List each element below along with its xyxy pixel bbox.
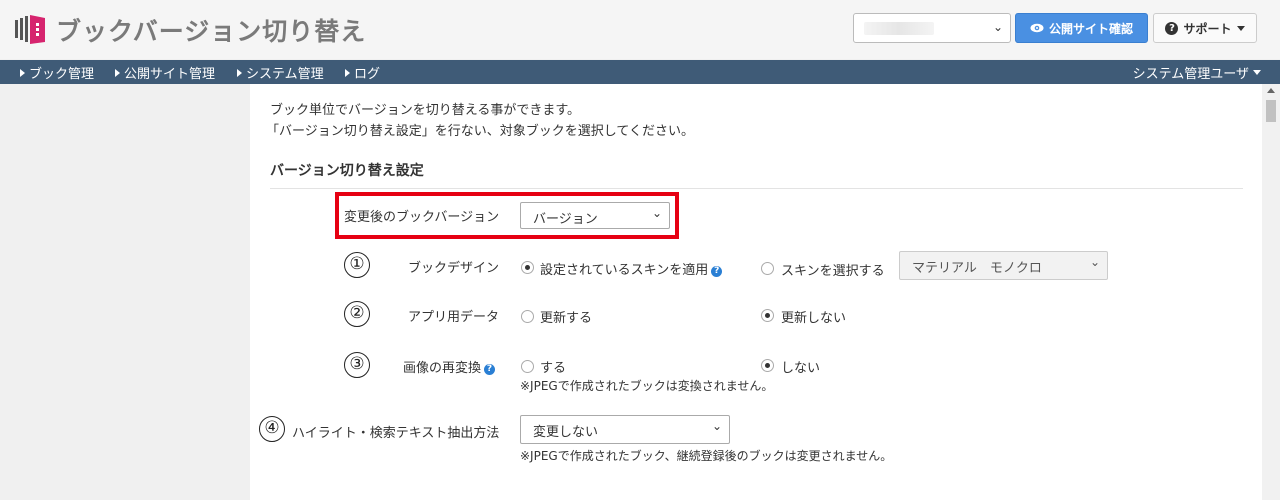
- caret-right-icon: [115, 68, 120, 77]
- intro-text-2: 「バージョン切り替え設定」を行ない、対象ブックを選択してください。: [266, 124, 694, 139]
- skin-select[interactable]: マテリアル モノクロ ⌄: [899, 251, 1108, 280]
- support-button[interactable]: ? サポート: [1153, 13, 1257, 43]
- section-title: バージョン切り替え設定: [270, 163, 424, 179]
- step-number-1: ①: [344, 252, 370, 278]
- site-select[interactable]: ⌄: [853, 13, 1011, 43]
- caret-down-icon: [1253, 70, 1261, 75]
- question-icon: ?: [1165, 21, 1179, 35]
- user-menu[interactable]: システム管理ユーザ: [1133, 63, 1261, 82]
- reconvert-yes-radio[interactable]: [521, 360, 534, 373]
- appdata-update-label: 更新する: [540, 311, 593, 326]
- help-icon[interactable]: ?: [484, 364, 496, 375]
- version-label: 変更後のブックバージョン: [344, 210, 500, 225]
- section-divider: [270, 188, 1243, 189]
- extraction-note: ※JPEGで作成されたブック、継続登録後のブックは変更されません。: [520, 449, 893, 463]
- caret-right-icon: [237, 68, 242, 77]
- reconvert-no-label: しない: [781, 361, 821, 376]
- nav-item-label: ブック管理: [29, 67, 95, 82]
- design-select-label: スキンを選択する: [781, 264, 885, 279]
- help-icon[interactable]: ?: [711, 266, 723, 277]
- public-site-button-label: 公開サイト確認: [1048, 21, 1133, 36]
- step-number-3: ③: [344, 352, 370, 378]
- extraction-label: ハイライト・検索テキスト抽出方法: [292, 426, 500, 441]
- support-button-label: サポート: [1183, 21, 1232, 36]
- nav-item-system[interactable]: システム管理: [237, 63, 324, 82]
- chevron-down-icon: ⌄: [711, 419, 722, 433]
- reconvert-label-text: 画像の再変換: [403, 361, 482, 376]
- chevron-down-icon: ⌄: [1089, 255, 1100, 269]
- caret-right-icon: [345, 68, 350, 77]
- version-select-value: バージョン: [533, 212, 598, 227]
- app-logo-icon: [15, 15, 45, 44]
- step-number-4: ④: [259, 416, 285, 442]
- nav-item-log[interactable]: ログ: [345, 63, 380, 82]
- scroll-thumb[interactable]: [1266, 100, 1276, 122]
- reconvert-yes-label: する: [540, 361, 567, 376]
- public-site-button[interactable]: 公開サイト確認: [1015, 13, 1148, 43]
- caret-right-icon: [20, 68, 25, 77]
- design-apply-label: 設定されているスキンを適用?: [540, 259, 723, 278]
- skin-select-value: マテリアル モノクロ: [912, 261, 1042, 276]
- scroll-up-icon[interactable]: [1267, 88, 1275, 93]
- page-title: ブックバージョン切り替え: [56, 17, 367, 46]
- design-label: ブックデザイン: [408, 261, 500, 276]
- app-header: ブックバージョン切り替え ⌄ 公開サイト確認 ? サポート: [0, 0, 1280, 59]
- reconvert-note: ※JPEGで作成されたブックは変換されません。: [520, 379, 774, 393]
- main-nav: ブック管理 公開サイト管理 システム管理 ログ システム管理ユーザ: [0, 60, 1280, 84]
- nav-item-label: 公開サイト管理: [124, 67, 216, 82]
- appdata-label: アプリ用データ: [408, 310, 500, 325]
- appdata-update-radio[interactable]: [521, 310, 534, 323]
- user-menu-label: システム管理ユーザ: [1132, 67, 1249, 82]
- extraction-select[interactable]: 変更しない ⌄: [520, 415, 730, 444]
- nav-item-book[interactable]: ブック管理: [20, 63, 94, 82]
- appdata-noupdate-label: 更新しない: [781, 311, 847, 326]
- extraction-select-value: 変更しない: [533, 425, 599, 440]
- version-select[interactable]: バージョン ⌄: [520, 202, 670, 229]
- design-apply-radio[interactable]: [521, 261, 534, 274]
- nav-item-label: システム管理: [246, 67, 324, 82]
- design-select-radio[interactable]: [761, 262, 774, 275]
- caret-down-icon: [1236, 25, 1245, 31]
- nav-item-public-site[interactable]: 公開サイト管理: [115, 63, 215, 82]
- reconvert-no-radio[interactable]: [761, 359, 774, 372]
- intro-text-1: ブック単位でバージョンを切り替える事ができます。: [270, 103, 581, 118]
- site-select-value: [864, 22, 934, 35]
- reconvert-label: 画像の再変換?: [403, 357, 496, 376]
- chevron-down-icon: ⌄: [651, 206, 662, 220]
- chevron-down-icon: ⌄: [992, 20, 1003, 34]
- step-number-2: ②: [344, 301, 370, 327]
- design-apply-text: 設定されているスキンを適用: [540, 263, 709, 278]
- scrollbar[interactable]: [1262, 84, 1280, 500]
- eye-icon: [1030, 23, 1044, 33]
- nav-item-label: ログ: [354, 67, 381, 82]
- appdata-noupdate-radio[interactable]: [761, 309, 774, 322]
